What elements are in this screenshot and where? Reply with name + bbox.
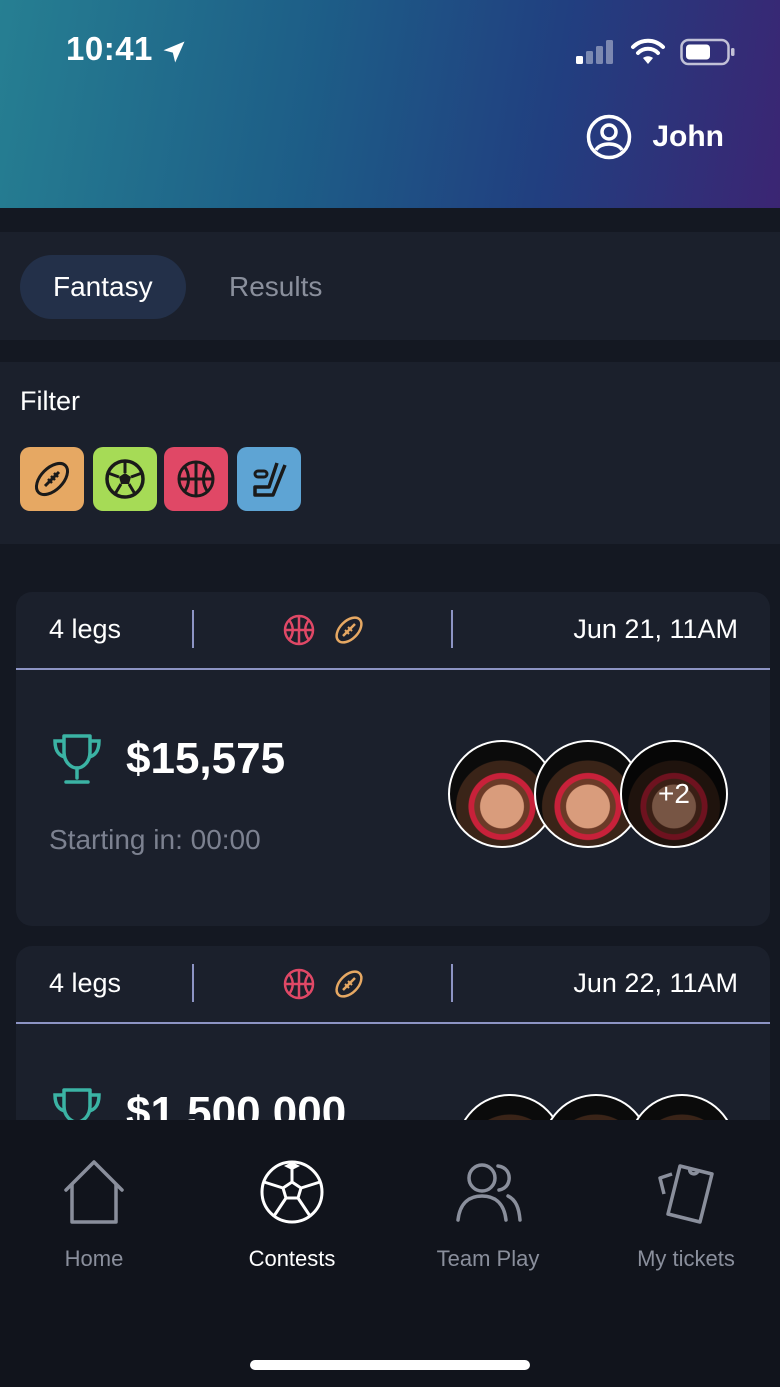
football-icon xyxy=(34,461,70,497)
status-time: 10:41 xyxy=(66,30,153,67)
nav-home[interactable]: Home xyxy=(4,1156,184,1272)
users-icon xyxy=(456,1163,522,1222)
filter-soccer-button[interactable] xyxy=(93,447,157,511)
user-circle-icon xyxy=(587,114,632,160)
user-name: John xyxy=(652,120,724,153)
filter-football-button[interactable] xyxy=(20,447,84,511)
football-icon xyxy=(335,616,363,644)
nav-label: Team Play xyxy=(436,1246,540,1271)
more-players-count: +2 xyxy=(658,778,690,809)
contest-date: Jun 22, 11AM xyxy=(573,968,738,998)
signal-icon xyxy=(576,40,613,64)
nav-my-tickets[interactable]: My tickets xyxy=(596,1156,776,1272)
starting-countdown: Starting in: 00:00 xyxy=(49,824,261,855)
basketball-icon xyxy=(177,460,215,498)
contest-card-header: 4 legs Jun 21, 11AM xyxy=(16,592,770,670)
sports-icons xyxy=(282,967,366,1001)
bottom-nav: Home Contests Team Play My tickets xyxy=(0,1120,780,1387)
contest-date: Jun 21, 11AM xyxy=(573,614,738,644)
legs-count: 4 legs xyxy=(49,968,122,998)
tab-fantasy[interactable]: Fantasy xyxy=(20,255,186,319)
prize-row: $15,575 xyxy=(48,730,285,788)
avatar-more: +2 xyxy=(620,740,728,848)
nav-label: Home xyxy=(64,1246,124,1271)
divider xyxy=(451,964,453,1002)
filter-panel: Filter xyxy=(0,362,780,544)
filter-basketball-button[interactable] xyxy=(164,447,228,511)
basketball-icon xyxy=(283,614,315,646)
nav-contests[interactable]: Contests xyxy=(202,1156,382,1272)
divider xyxy=(451,610,453,648)
location-arrow-icon xyxy=(163,41,185,63)
filter-hockey-button[interactable] xyxy=(237,447,301,511)
ticket-icon xyxy=(658,1164,714,1224)
hockey-icon xyxy=(253,462,287,497)
tab-bar: Fantasy Results xyxy=(0,232,780,340)
home-icon xyxy=(64,1160,124,1224)
trophy-icon xyxy=(53,734,101,784)
app-header: 10:41 John xyxy=(0,0,780,208)
battery-icon xyxy=(680,38,735,66)
user-profile-button[interactable]: John xyxy=(586,114,724,160)
player-avatars: +2 xyxy=(448,740,728,848)
nav-label: My tickets xyxy=(637,1246,735,1271)
tab-results[interactable]: Results xyxy=(196,255,355,319)
soccer-icon xyxy=(105,459,145,499)
contest-card-header: 4 legs Jun 22, 11AM xyxy=(16,946,770,1024)
football-icon xyxy=(335,970,363,998)
filter-title: Filter xyxy=(20,386,80,416)
soccer-ball-icon xyxy=(260,1160,324,1224)
home-indicator xyxy=(250,1360,530,1370)
nav-label: Contests xyxy=(248,1246,336,1271)
sports-icons xyxy=(282,613,366,647)
basketball-icon xyxy=(283,968,315,1000)
prize-amount: $15,575 xyxy=(126,734,286,783)
divider xyxy=(192,610,194,648)
contest-card[interactable]: 4 legs Jun 21, 11AM $15,575 Starting in:… xyxy=(16,592,770,926)
divider xyxy=(192,964,194,1002)
wifi-icon xyxy=(631,38,665,64)
legs-count: 4 legs xyxy=(49,614,122,644)
nav-team-play[interactable]: Team Play xyxy=(398,1156,578,1272)
